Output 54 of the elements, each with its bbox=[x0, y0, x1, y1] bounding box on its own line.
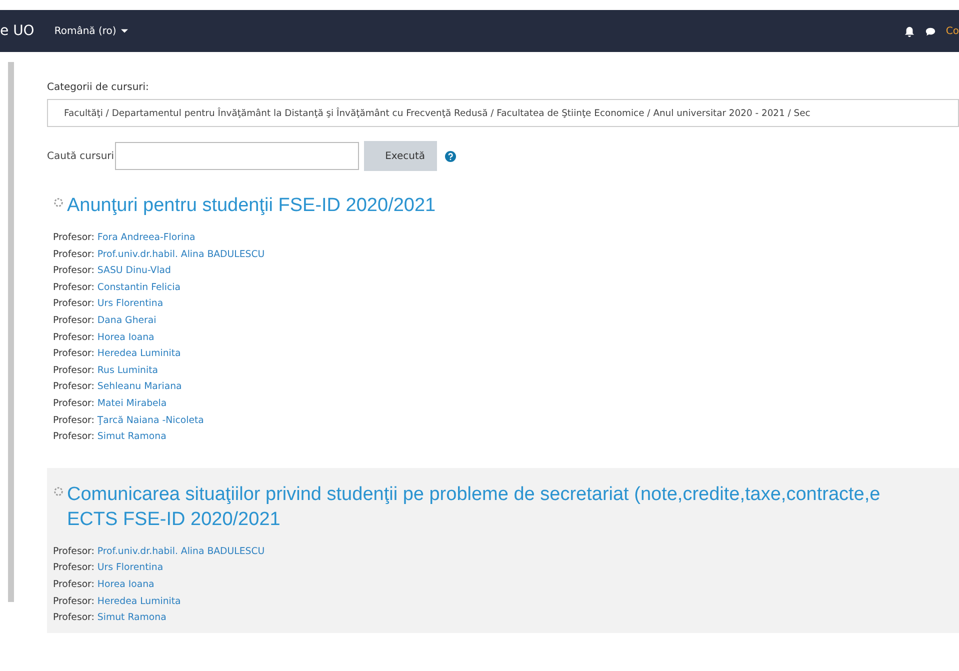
teacher-link[interactable]: SASU Dinu-Vlad bbox=[97, 263, 172, 280]
role-label: Profesor: bbox=[53, 430, 94, 444]
category-select[interactable]: Facultăţi / Departamentul pentru Învăţământ la Distanţă şi Învăţământ cu Frecvenţă Redusă / Facultatea de Ştiinţe Economice / Anul universitar 2020 - 2021 / Sec bbox=[47, 99, 959, 127]
role-label: Profesor: bbox=[53, 578, 94, 592]
role-label: Profesor: bbox=[53, 330, 94, 345]
role-label: Profesor: bbox=[53, 364, 94, 378]
course-title-link[interactable]: Anunţuri pentru studenţii FSE-ID 2020/2021 bbox=[67, 193, 436, 218]
teacher-link[interactable]: Constantin Felicia bbox=[97, 280, 180, 296]
course-title-link[interactable]: Comunicarea situaţiilor privind studenţii pe probleme de secretariat (note,credite,taxe,contracte,e bbox=[67, 482, 880, 507]
site-name[interactable]: e UO bbox=[0, 23, 34, 39]
search-field[interactable] bbox=[115, 142, 360, 170]
role-label: Profesor: bbox=[53, 544, 94, 559]
teacher-link[interactable]: Prof.univ.dr.habil. Alina BADULESCU bbox=[97, 544, 265, 560]
course-icon bbox=[53, 197, 64, 208]
teacher-link[interactable]: Ţarcă Naiana -Nicoleta bbox=[97, 412, 204, 430]
role-label: Profesor: bbox=[53, 347, 94, 362]
role-label: Profesor: bbox=[53, 561, 94, 576]
role-label: Profesor: bbox=[53, 414, 94, 428]
bell-icon[interactable] bbox=[904, 26, 915, 36]
role-label: Profesor: bbox=[53, 314, 94, 328]
user-menu[interactable]: Co bbox=[946, 26, 959, 36]
role-label: Profesor: bbox=[53, 248, 94, 262]
role-label: Profesor: bbox=[53, 396, 94, 411]
teacher-link[interactable]: Simut Ramona bbox=[97, 429, 166, 446]
teacher-link[interactable]: Fora Andreea-Florina bbox=[97, 230, 196, 247]
course-icon bbox=[53, 486, 64, 497]
execute-button[interactable]: Execută bbox=[364, 141, 438, 171]
teacher-link[interactable]: Simut Ramona bbox=[97, 610, 166, 627]
teacher-link[interactable]: Horea Ioana bbox=[97, 576, 154, 594]
teacher-link[interactable]: Sehleanu Mariana bbox=[97, 379, 182, 396]
role-label: Profesor: bbox=[53, 594, 94, 608]
category-label: Categorii de cursuri: bbox=[47, 82, 150, 93]
teacher-link[interactable]: Rus Luminita bbox=[97, 362, 158, 380]
teacher-link[interactable]: Matei Mirabela bbox=[97, 396, 167, 413]
teacher-link[interactable]: Urs Florentina bbox=[97, 296, 164, 313]
role-label: Profesor: bbox=[53, 280, 94, 295]
chat-icon[interactable] bbox=[924, 26, 936, 36]
language-menu[interactable]: Română (ro) bbox=[54, 26, 128, 36]
help-icon[interactable] bbox=[445, 150, 456, 162]
role-label: Profesor: bbox=[53, 297, 94, 312]
teacher-link[interactable]: Heredea Luminita bbox=[97, 346, 181, 363]
role-label: Profesor: bbox=[53, 611, 94, 626]
teacher-link[interactable]: Dana Gherai bbox=[97, 312, 156, 330]
role-label: Profesor: bbox=[53, 264, 94, 278]
teacher-link[interactable]: Urs Florentina bbox=[97, 560, 164, 577]
teacher-link[interactable]: Prof.univ.dr.habil. Alina BADULESCU bbox=[97, 246, 265, 264]
search-label: Caută cursuri bbox=[47, 150, 116, 164]
role-label: Profesor: bbox=[53, 380, 94, 394]
teacher-link[interactable]: Heredea Luminita bbox=[97, 594, 181, 610]
teacher-link[interactable]: Horea Ioana bbox=[97, 330, 154, 346]
caret-icon bbox=[121, 29, 128, 33]
scrollbar[interactable] bbox=[8, 62, 14, 602]
course-title-link[interactable]: ECTS FSE-ID 2020/2021 bbox=[67, 506, 880, 532]
role-label: Profesor: bbox=[53, 231, 94, 245]
